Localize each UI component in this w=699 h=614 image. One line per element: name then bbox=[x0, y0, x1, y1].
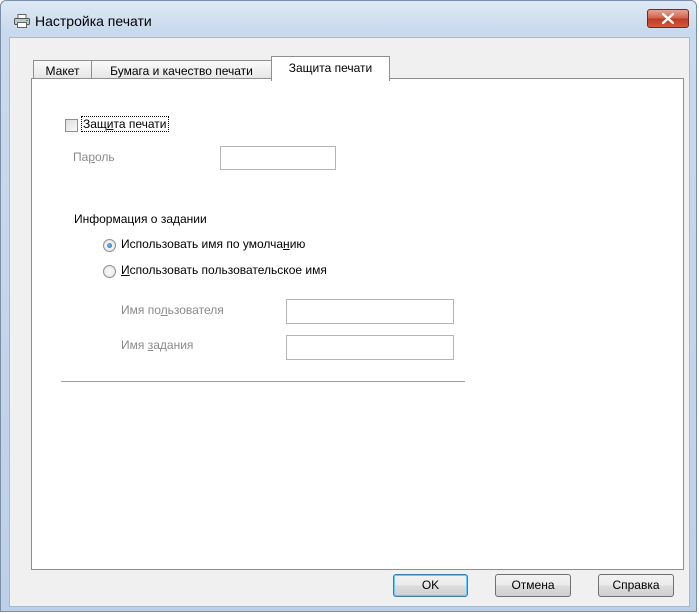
tab-print-protection[interactable]: Защита печати bbox=[271, 56, 390, 81]
username-input[interactable] bbox=[286, 299, 454, 324]
radio-default-name[interactable] bbox=[103, 239, 116, 252]
dialog-client-area: Макет Бумага и качество печати Защита пе… bbox=[9, 37, 690, 607]
radio-custom-name-label[interactable]: Использовать пользовательское имя bbox=[121, 263, 327, 277]
divider-line bbox=[61, 381, 465, 383]
jobname-input[interactable] bbox=[286, 335, 454, 360]
title-bar[interactable]: Настройка печати bbox=[1, 1, 696, 39]
tab-panel-print-protection: Защита печати Пароль Информация о задани… bbox=[31, 78, 684, 570]
close-icon bbox=[662, 13, 674, 24]
username-label: Имя пользователя bbox=[121, 303, 224, 317]
password-label: Пароль bbox=[73, 150, 115, 164]
protection-checkbox-label[interactable]: Защита печати bbox=[81, 116, 169, 132]
radio-custom-name[interactable] bbox=[103, 265, 116, 278]
print-settings-window: Настройка печати Макет Бумага и качество… bbox=[0, 0, 697, 612]
job-info-heading: Информация о задании bbox=[74, 212, 207, 226]
printer-icon bbox=[14, 14, 30, 28]
password-input[interactable] bbox=[220, 146, 336, 170]
ok-button[interactable]: OK bbox=[393, 574, 468, 597]
radio-default-name-label[interactable]: Использовать имя по умолчанию bbox=[121, 237, 305, 251]
help-button[interactable]: Справка bbox=[598, 574, 674, 597]
cancel-button[interactable]: Отмена bbox=[495, 574, 571, 597]
jobname-label: Имя задания bbox=[121, 338, 194, 352]
window-title: Настройка печати bbox=[35, 13, 152, 29]
protection-checkbox[interactable] bbox=[65, 119, 78, 132]
close-button[interactable] bbox=[647, 9, 689, 28]
